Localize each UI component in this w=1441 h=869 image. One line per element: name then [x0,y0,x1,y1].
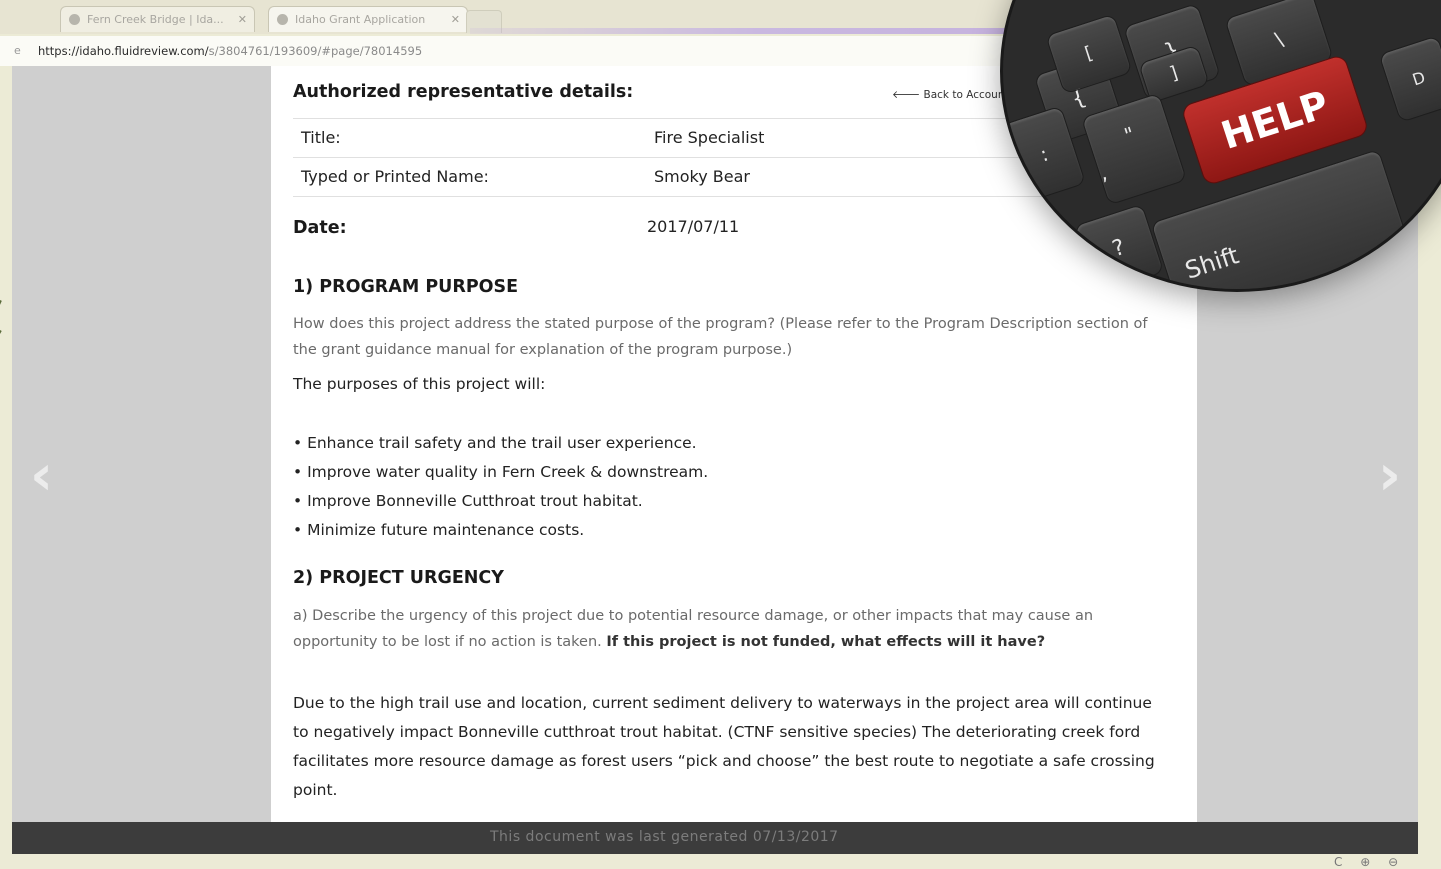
rep-details-table: Title: Fire Specialist Typed or Printed … [293,118,1063,197]
keyboard-key: D [1378,35,1441,123]
prompt-bold-text: If this project is not funded, what effe… [606,634,1046,650]
url-text[interactable]: https://idaho.fluidreview.com/s/3804761/… [38,44,422,58]
project-urgency-prompt: a) Describe the urgency of this project … [293,603,1173,655]
footer-text: This document was last generated 07/13/2… [490,829,839,845]
viewer-footer: This document was last generated 07/13/2… [12,822,1418,854]
row-value: Smoky Bear [654,167,750,186]
back-link-label: Back to Account [923,89,1009,101]
tab-grant-application[interactable]: Idaho Grant Application ✕ [268,6,468,32]
row-label: Typed or Printed Name: [301,167,489,186]
url-host: https://idaho.fluidreview.com/ [38,44,209,58]
close-icon[interactable]: ✕ [238,7,247,32]
row-label: Title: [301,128,341,147]
program-purpose-heading: 1) PROGRAM PURPOSE [293,277,519,297]
authorized-rep-heading: Authorized representative details: [293,82,634,102]
purpose-list: • Enhance trail safety and the trail use… [293,429,708,545]
next-page-arrow-icon[interactable]: › [1378,448,1401,504]
list-item: • Improve water quality in Fern Creek & … [293,463,709,481]
date-value: 2017/07/11 [647,217,740,236]
table-row: Title: Fire Specialist [293,118,1063,157]
date-label: Date: [293,218,347,238]
slide-decoration [0,330,2,401]
arrow-left-icon: 🡐 [892,89,924,101]
list-item: • Improve Bonneville Cutthroat trout hab… [293,492,643,510]
tab-fern-creek[interactable]: Fern Creek Bridge | Ida... ✕ [60,6,255,32]
prev-page-arrow-icon[interactable]: ‹ [30,448,53,504]
globe-icon [69,14,80,25]
tab-label: Fern Creek Bridge | Ida... [87,13,224,26]
slide-decoration [0,300,2,411]
program-purpose-prompt: How does this project address the stated… [293,316,1148,358]
zoom-controls[interactable]: C ⊕ ⊖ [1334,855,1398,869]
shift-key: Shift [1150,148,1416,289]
globe-icon [277,14,288,25]
close-icon[interactable]: ✕ [451,7,460,32]
purpose-intro: The purposes of this project will: [293,375,546,393]
urgency-answer: Due to the high trail use and location, … [293,694,1155,799]
table-row: Typed or Printed Name: Smoky Bear [293,157,1063,197]
list-item: • Enhance trail safety and the trail use… [293,434,697,452]
back-to-account-link[interactable]: 🡐 Back to Account [892,88,1009,101]
tab-label: Idaho Grant Application [295,13,426,26]
project-urgency-heading: 2) PROJECT URGENCY [293,568,504,588]
list-item: • Minimize future maintenance costs. [293,521,585,539]
url-lead: e [14,44,21,57]
row-value: Fire Specialist [654,128,765,147]
url-path: s/3804761/193609/#page/78014595 [208,44,423,58]
